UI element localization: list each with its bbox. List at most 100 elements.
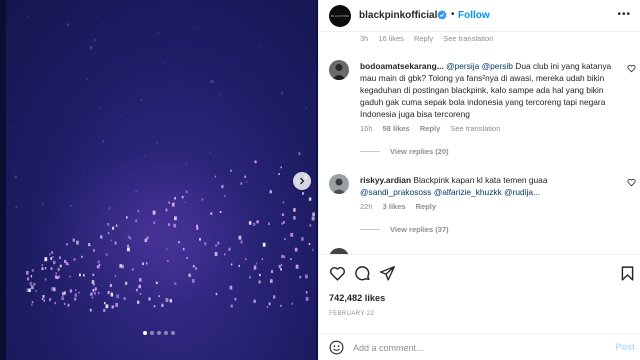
- comment-avatar[interactable]: [329, 60, 349, 80]
- light-stick: [64, 259, 67, 263]
- share-icon[interactable]: [379, 265, 396, 282]
- comment-likes[interactable]: 58 likes: [383, 124, 410, 133]
- light-stick: [269, 190, 272, 194]
- view-replies-button[interactable]: View replies (20): [360, 147, 449, 156]
- light-stick: [137, 210, 140, 213]
- more-options-icon[interactable]: •••: [617, 9, 631, 20]
- light-stick: [107, 290, 110, 295]
- light-stick: [98, 263, 101, 266]
- view-replies-label: View replies (37): [390, 225, 449, 234]
- avatar-text: BLACKPINK: [330, 14, 350, 18]
- light-stick: [201, 198, 204, 201]
- post-header: BLACKPINK blackpinkofficial • Follow •••: [319, 0, 640, 32]
- account-username[interactable]: blackpinkofficial: [359, 10, 437, 21]
- comment-username[interactable]: riskyy.ardian: [360, 175, 411, 185]
- light-stick: [244, 175, 246, 178]
- see-translation-button[interactable]: See translation: [443, 34, 493, 43]
- light-stick: [299, 275, 302, 279]
- mention-link[interactable]: @persib: [482, 61, 513, 71]
- light-stick: [268, 302, 271, 306]
- light-stick: [230, 304, 233, 308]
- light-stick: [174, 216, 177, 221]
- mention-link[interactable]: @sandi_prakososs: [360, 187, 431, 197]
- comment-username[interactable]: bodoamatsekarang...: [360, 61, 444, 71]
- light-stick: [146, 236, 149, 240]
- mention-link[interactable]: @alfarizie_khuzkk: [434, 187, 502, 197]
- light-stick: [127, 247, 130, 252]
- comment-icon[interactable]: [354, 265, 371, 282]
- light-stick: [50, 267, 53, 270]
- view-replies-button[interactable]: View replies (37): [360, 225, 449, 234]
- post-comment-button[interactable]: Post: [615, 342, 635, 352]
- light-stick: [305, 291, 308, 294]
- light-stick: [114, 241, 117, 245]
- light-stick: [311, 216, 315, 221]
- light-stick: [91, 296, 94, 299]
- mention-link[interactable]: @rudija...: [504, 187, 540, 197]
- light-stick: [105, 304, 109, 309]
- light-stick: [215, 292, 218, 296]
- light-stick: [290, 258, 292, 260]
- light-stick: [93, 291, 96, 295]
- light-stick: [115, 224, 118, 227]
- light-stick: [290, 232, 294, 237]
- post-media[interactable]: [0, 0, 318, 360]
- light-stick: [305, 297, 309, 301]
- light-stick: [219, 211, 222, 214]
- light-stick: [308, 242, 311, 246]
- light-stick: [282, 201, 285, 204]
- ambient-speck: [86, 77, 88, 80]
- ambient-speck: [124, 196, 126, 198]
- post-actions: 742,482 likes FEBRUARY 22 Post: [319, 254, 640, 360]
- light-stick: [94, 287, 97, 291]
- add-comment-input[interactable]: [353, 340, 603, 355]
- crowd-lights: [9, 12, 315, 312]
- light-stick: [228, 247, 231, 251]
- light-stick: [111, 305, 114, 309]
- light-stick: [57, 267, 60, 272]
- mention-link[interactable]: @persija: [446, 61, 479, 71]
- account-avatar[interactable]: BLACKPINK: [329, 5, 351, 27]
- comment-likes[interactable]: 16 likes: [378, 34, 403, 43]
- ambient-speck: [27, 15, 30, 18]
- light-stick: [137, 300, 140, 304]
- light-stick: [283, 221, 285, 224]
- light-stick: [291, 302, 293, 305]
- light-stick: [55, 272, 57, 275]
- like-comment-icon[interactable]: [627, 178, 636, 187]
- light-stick: [253, 222, 256, 226]
- light-stick: [31, 269, 34, 272]
- comment-likes[interactable]: 3 likes: [383, 202, 406, 211]
- post-date[interactable]: FEBRUARY 22: [329, 311, 374, 317]
- light-stick: [278, 173, 280, 175]
- like-icon[interactable]: [329, 265, 346, 282]
- light-stick: [173, 223, 177, 228]
- reply-button[interactable]: Reply: [416, 202, 436, 211]
- light-stick: [271, 270, 274, 273]
- light-stick: [83, 274, 85, 277]
- light-stick: [139, 278, 142, 282]
- light-stick: [270, 279, 273, 283]
- emoji-icon[interactable]: [329, 340, 344, 355]
- see-translation-button[interactable]: See translation: [450, 124, 500, 133]
- light-stick: [125, 281, 128, 285]
- light-stick: [165, 208, 168, 212]
- next-media-button[interactable]: [293, 172, 311, 190]
- ambient-speck: [120, 115, 123, 117]
- light-stick: [262, 242, 266, 247]
- reply-button[interactable]: Reply: [414, 34, 433, 43]
- like-comment-icon[interactable]: [627, 64, 636, 73]
- reply-button[interactable]: Reply: [420, 124, 440, 133]
- light-stick: [33, 282, 36, 286]
- light-stick: [107, 232, 110, 235]
- light-stick: [158, 295, 160, 298]
- comment-avatar[interactable]: [329, 174, 349, 194]
- post-likes-count[interactable]: 742,482 likes: [329, 293, 385, 303]
- light-stick: [280, 268, 282, 271]
- light-stick: [69, 275, 71, 278]
- light-stick: [245, 258, 247, 261]
- light-stick: [165, 298, 169, 302]
- light-stick: [92, 273, 95, 276]
- follow-button[interactable]: Follow: [458, 10, 490, 21]
- save-bookmark-icon[interactable]: [619, 265, 636, 282]
